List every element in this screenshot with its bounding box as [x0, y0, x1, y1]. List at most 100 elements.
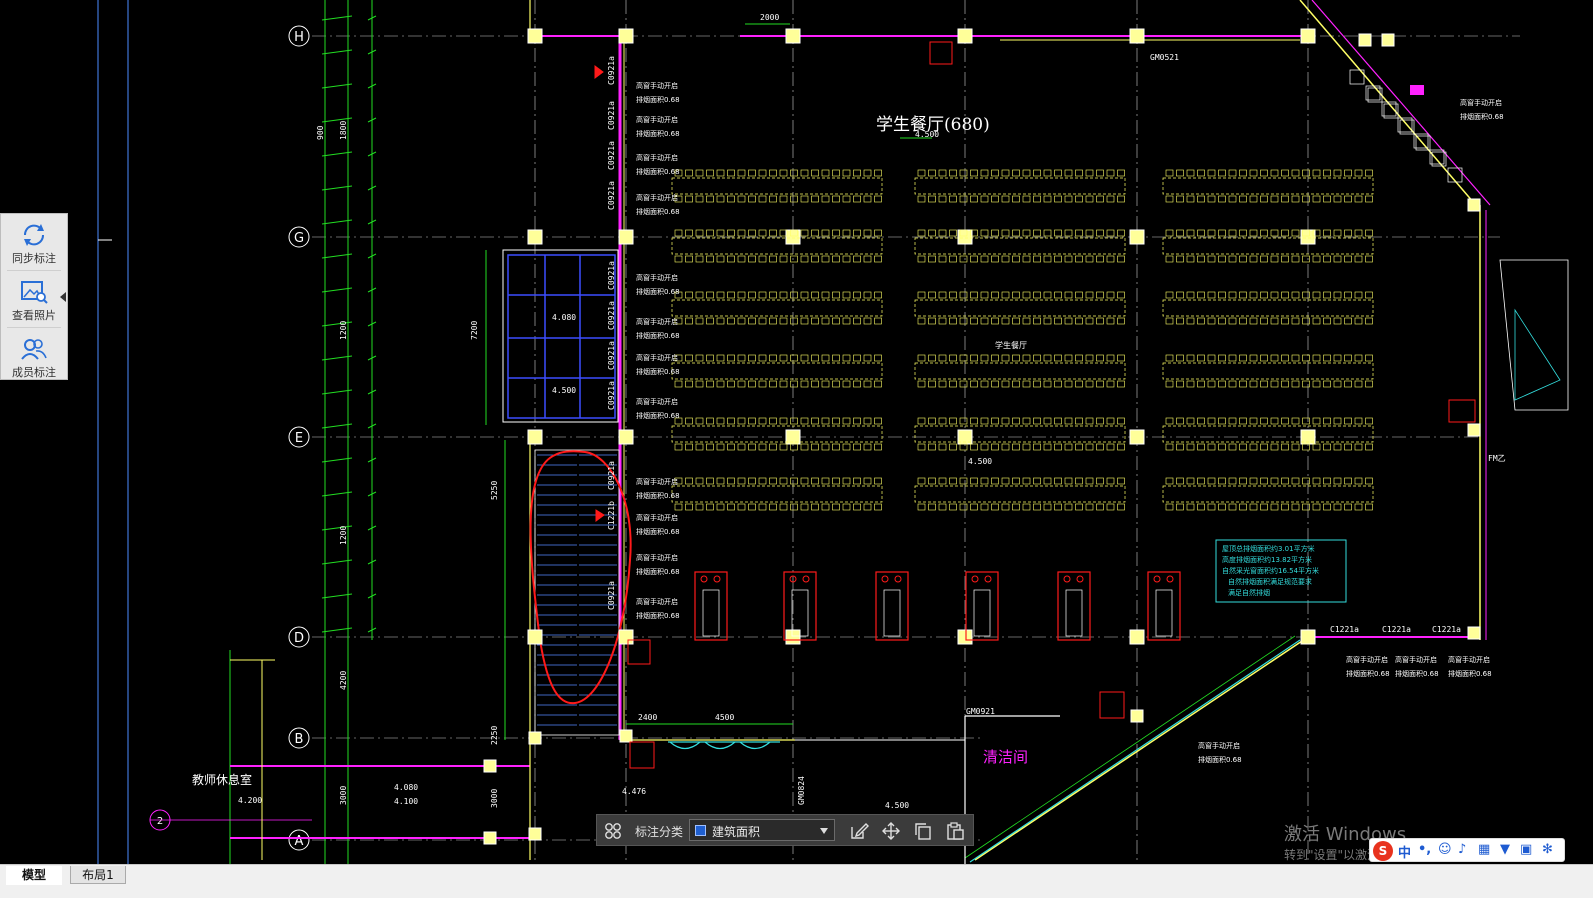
edit-icon[interactable] [849, 821, 869, 841]
dining-chair [1365, 477, 1373, 485]
dim-text: 7200 [470, 321, 479, 340]
window-annotation-text: 高窗手动开启 [636, 193, 678, 202]
dining-chair [779, 195, 788, 203]
window-annotation-text: 排烟面积0.68 [636, 207, 680, 216]
dining-chair [1365, 417, 1373, 425]
dining-chair [970, 380, 978, 388]
dining-chair [874, 317, 882, 325]
toolbox-icon[interactable]: ▣ [1520, 842, 1532, 857]
dining-chair [1249, 477, 1258, 485]
dining-chair [1239, 255, 1247, 263]
dining-chair [769, 229, 777, 237]
view-photo-button[interactable]: 查看照片 [1, 273, 67, 327]
drawing-frame-lines [97, 0, 129, 864]
dining-chair [779, 169, 788, 177]
dining-chair [1323, 380, 1331, 388]
dining-chair [853, 229, 861, 237]
keyboard-icon[interactable]: ▦ [1478, 842, 1490, 857]
sogou-logo-icon[interactable]: S [1373, 841, 1393, 861]
dining-chair [1344, 417, 1352, 425]
dining-chair [737, 317, 746, 325]
ime-toolbar[interactable]: S 中 •, ☺ ♪ ▦ ▼ ▣ ✻ [1369, 838, 1565, 862]
dining-chair [1176, 255, 1184, 263]
copy-icon[interactable] [913, 821, 933, 841]
window-annotation-text: 排烟面积0.68 [636, 491, 680, 500]
dining-chair [1117, 169, 1125, 177]
dining-chair [1176, 354, 1184, 362]
dining-chair [1176, 317, 1184, 325]
dining-chair [959, 317, 968, 325]
dining-chair [917, 317, 926, 325]
collapse-panel-icon[interactable] [60, 292, 66, 302]
dining-chair [1270, 169, 1279, 177]
dining-chair [800, 380, 809, 388]
dining-chair [1218, 317, 1226, 325]
dining-chair [1365, 169, 1373, 177]
svg-text:C0921a: C0921a [607, 301, 616, 330]
grid-icon[interactable] [603, 821, 623, 841]
dining-chair [1106, 503, 1115, 511]
punctuation-icon[interactable]: •, [1418, 842, 1431, 857]
structural-column [1381, 33, 1395, 47]
dining-chair [1312, 354, 1321, 362]
dining-chair [1096, 503, 1104, 511]
svg-text:4.080: 4.080 [394, 783, 418, 792]
ime-mode[interactable]: 中 [1398, 842, 1411, 861]
cad-drawing-canvas[interactable]: 900 1800 1200 1200 4200 3000 7200 5250 2… [0, 0, 1593, 898]
window-annotation-text: 排烟面积0.68 [1395, 669, 1439, 678]
dining-chair [811, 443, 819, 451]
dining-chair [1260, 229, 1268, 237]
dining-chair [821, 503, 830, 511]
dining-chair [706, 317, 714, 325]
dining-chair [737, 503, 746, 511]
microphone-icon[interactable]: ♪ [1458, 842, 1466, 857]
dining-table [1162, 237, 1374, 255]
dining-chair [727, 443, 735, 451]
svg-text:B: B [295, 732, 304, 747]
dining-chair [980, 255, 989, 263]
tab-layout1[interactable]: 布局1 [70, 866, 126, 884]
axis-bubble-d: D [288, 626, 310, 648]
category-select[interactable]: 建筑面积 [689, 819, 835, 841]
sync-annotation-button[interactable]: 同步标注 [1, 216, 67, 270]
dining-chair [737, 417, 746, 425]
dining-chair [811, 255, 819, 263]
dining-chair [917, 169, 926, 177]
dining-chair [727, 317, 735, 325]
dining-chair [1333, 477, 1342, 485]
svg-text:A: A [295, 834, 304, 849]
svg-text:C0921a: C0921a [607, 381, 616, 410]
window-annotation-text: 高窗手动开启 [636, 397, 678, 406]
move-icon[interactable] [881, 821, 901, 841]
window-annotation-text: 排烟面积0.68 [1346, 669, 1390, 678]
dining-chair [917, 477, 926, 485]
dining-chair [917, 195, 926, 203]
dining-chair [1354, 417, 1363, 425]
dining-chair [1260, 477, 1268, 485]
member-annotation-button[interactable]: 成员标注 [1, 330, 67, 384]
dining-chair [1344, 229, 1352, 237]
emoji-icon[interactable]: ☺ [1438, 842, 1452, 857]
dining-chair [695, 255, 704, 263]
dining-chair [1022, 443, 1031, 451]
dining-chair [769, 317, 777, 325]
dining-chair [716, 317, 725, 325]
dining-chair [1249, 354, 1258, 362]
structural-column [1467, 198, 1481, 212]
dining-chair [769, 195, 777, 203]
dining-chair [1075, 354, 1083, 362]
dining-chair [790, 443, 798, 451]
dining-chair [790, 169, 798, 177]
tab-model[interactable]: 模型 [6, 866, 62, 885]
dining-chair [1228, 503, 1237, 511]
dining-chair [1239, 354, 1247, 362]
dining-chair [1075, 195, 1083, 203]
window-annotation-text: 高窗手动开启 [1346, 655, 1388, 664]
dining-chair [1270, 503, 1279, 511]
paste-icon[interactable] [945, 821, 965, 841]
dining-tables [671, 169, 1374, 511]
settings-icon[interactable]: ✻ [1542, 842, 1553, 857]
dining-chair [1022, 354, 1031, 362]
dining-chair [790, 477, 798, 485]
skin-icon[interactable]: ▼ [1500, 842, 1510, 857]
